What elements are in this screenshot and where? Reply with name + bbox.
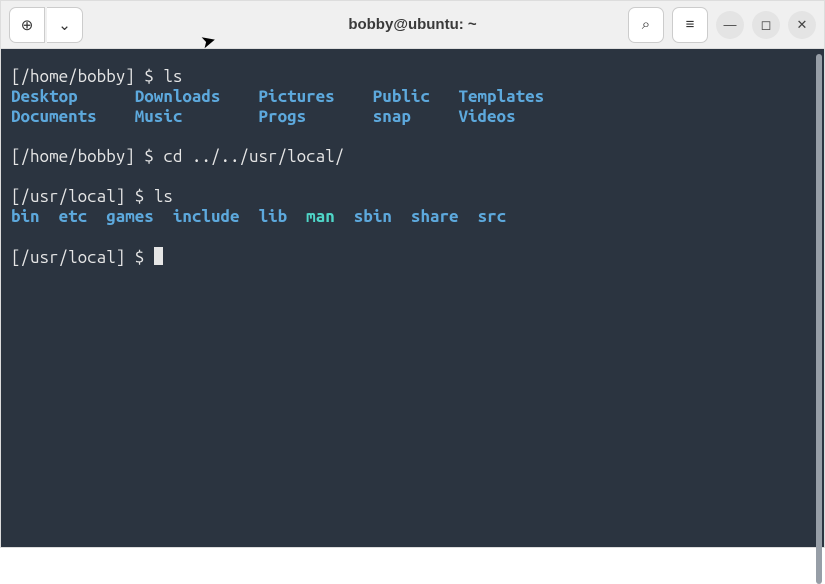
menu-button[interactable]: ≡ bbox=[672, 7, 708, 43]
prompt: [/home/bobby] $ bbox=[11, 147, 163, 166]
dir-entry: share bbox=[411, 207, 459, 226]
titlebar: ⊕ ⌄ ➤ bobby@ubuntu: ~ ⌕ ≡ — ◻ ✕ bbox=[1, 1, 824, 49]
maximize-button[interactable]: ◻ bbox=[752, 11, 780, 39]
new-tab-button[interactable]: ⊕ bbox=[9, 7, 45, 43]
terminal-output[interactable]: [/home/bobby] $ ls Desktop Downloads Pic… bbox=[1, 49, 814, 539]
maximize-icon: ◻ bbox=[761, 17, 772, 33]
command: ls bbox=[154, 187, 173, 206]
tab-dropdown-button[interactable]: ⌄ bbox=[47, 7, 83, 43]
dir-entry: snap bbox=[373, 107, 459, 126]
dir-entry: sbin bbox=[354, 207, 392, 226]
dir-entry: Videos bbox=[458, 107, 515, 126]
new-tab-group: ⊕ ⌄ bbox=[9, 7, 83, 43]
text-cursor bbox=[154, 247, 163, 265]
dir-entry: Progs bbox=[259, 107, 373, 126]
command: cd ../../usr/local/ bbox=[163, 147, 344, 166]
minimize-button[interactable]: — bbox=[716, 11, 744, 39]
command: ls bbox=[163, 67, 182, 86]
dir-entry: Desktop bbox=[11, 87, 135, 106]
close-button[interactable]: ✕ bbox=[788, 11, 816, 39]
terminal-window: ⊕ ⌄ ➤ bobby@ubuntu: ~ ⌕ ≡ — ◻ ✕ bbox=[0, 0, 825, 548]
scrollbar[interactable] bbox=[816, 54, 822, 584]
prompt: [/usr/local] $ bbox=[11, 187, 154, 206]
search-icon: ⌕ bbox=[642, 16, 650, 33]
dir-entry: lib bbox=[259, 207, 288, 226]
dir-entry: Music bbox=[135, 107, 259, 126]
hamburger-icon: ≡ bbox=[686, 16, 695, 33]
dir-entry: games bbox=[106, 207, 154, 226]
prompt: [/home/bobby] $ bbox=[11, 67, 163, 86]
terminal-area[interactable]: [/home/bobby] $ ls Desktop Downloads Pic… bbox=[1, 49, 824, 547]
close-icon: ✕ bbox=[797, 17, 808, 33]
dir-entry: src bbox=[478, 207, 507, 226]
dir-entry: Documents bbox=[11, 107, 135, 126]
minimize-icon: — bbox=[724, 17, 737, 32]
search-button[interactable]: ⌕ bbox=[628, 7, 664, 43]
window-title: bobby@ubuntu: ~ bbox=[348, 16, 476, 33]
dir-entry: man bbox=[306, 207, 335, 226]
new-tab-icon: ⊕ bbox=[21, 16, 34, 34]
dir-entry: bin bbox=[11, 207, 40, 226]
window-controls: ⌕ ≡ — ◻ ✕ bbox=[628, 7, 816, 43]
dir-entry: include bbox=[173, 207, 240, 226]
dir-entry: Templates bbox=[458, 87, 544, 106]
dir-entry: Public bbox=[373, 87, 459, 106]
dir-entry: Downloads bbox=[135, 87, 259, 106]
prompt: [/usr/local] $ bbox=[11, 248, 154, 267]
chevron-down-icon: ⌄ bbox=[58, 16, 71, 34]
dir-entry: etc bbox=[59, 207, 88, 226]
dir-entry: Pictures bbox=[259, 87, 373, 106]
